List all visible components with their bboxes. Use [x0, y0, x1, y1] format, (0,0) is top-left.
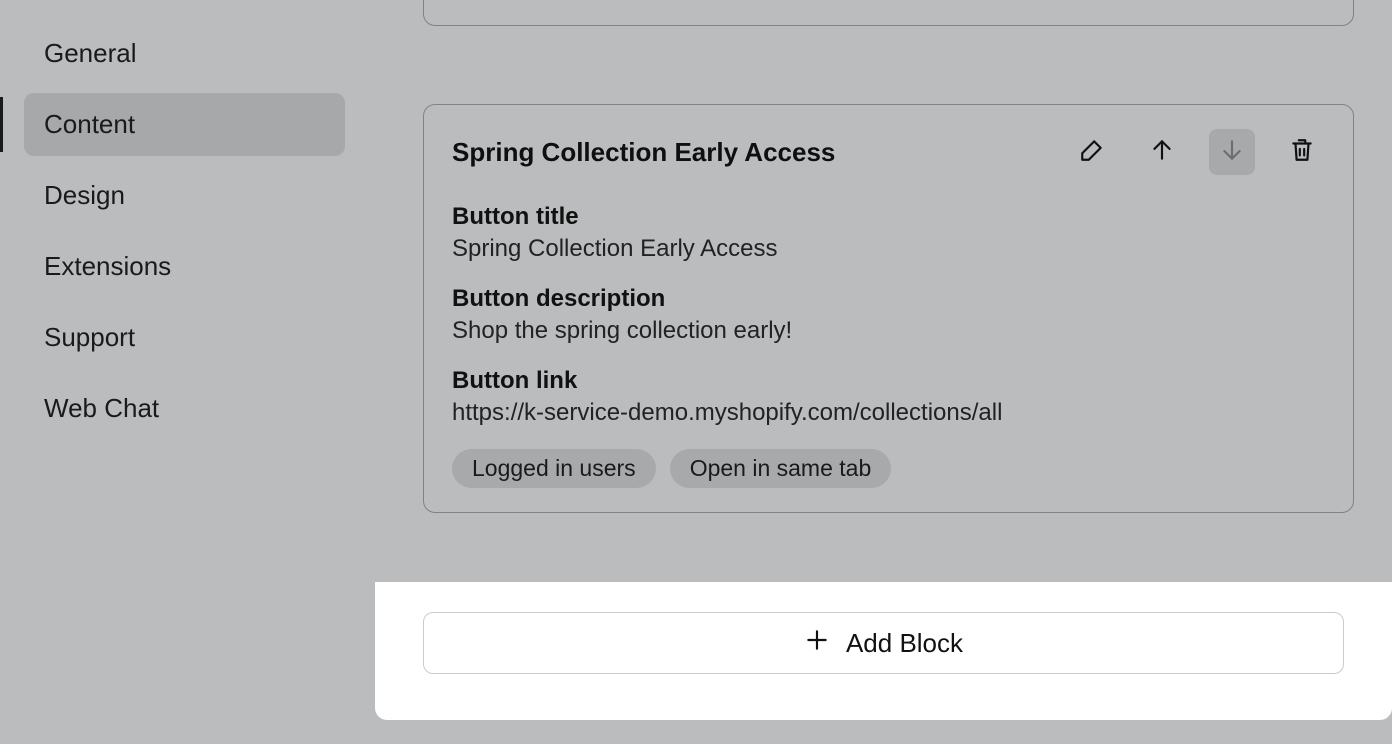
- pencil-icon: [1079, 137, 1105, 168]
- block-title: Spring Collection Early Access: [452, 137, 835, 168]
- move-up-button[interactable]: [1139, 129, 1185, 175]
- previous-block-card: [423, 0, 1354, 26]
- sidebar-item-design[interactable]: Design: [24, 164, 345, 227]
- trash-icon: [1289, 137, 1315, 168]
- field-button-title: Button title Spring Collection Early Acc…: [452, 203, 1325, 263]
- field-value: Shop the spring collection early!: [452, 317, 1325, 345]
- field-value: https://k-service-demo.myshopify.com/col…: [452, 399, 1325, 427]
- block-header: Spring Collection Early Access: [452, 129, 1325, 175]
- plus-icon: [804, 627, 830, 660]
- delete-button[interactable]: [1279, 129, 1325, 175]
- tag-open-same-tab: Open in same tab: [670, 449, 892, 488]
- block-card: Spring Collection Early Access: [423, 104, 1354, 513]
- field-button-description: Button description Shop the spring colle…: [452, 285, 1325, 345]
- tag-logged-in-users: Logged in users: [452, 449, 656, 488]
- field-button-link: Button link https://k-service-demo.mysho…: [452, 367, 1325, 427]
- field-label: Button link: [452, 367, 1325, 395]
- move-down-button[interactable]: [1209, 129, 1255, 175]
- sidebar-item-extensions[interactable]: Extensions: [24, 235, 345, 298]
- add-block-button[interactable]: Add Block: [423, 612, 1344, 674]
- sidebar: General Content Design Extensions Suppor…: [0, 0, 375, 744]
- field-value: Spring Collection Early Access: [452, 235, 1325, 263]
- arrow-down-icon: [1219, 137, 1245, 168]
- edit-button[interactable]: [1069, 129, 1115, 175]
- footer-panel: Add Block: [375, 582, 1392, 720]
- sidebar-item-content[interactable]: Content: [24, 93, 345, 156]
- add-block-label: Add Block: [846, 628, 963, 659]
- main-content: Spring Collection Early Access: [375, 0, 1392, 744]
- tag-list: Logged in users Open in same tab: [452, 449, 1325, 488]
- field-label: Button description: [452, 285, 1325, 313]
- sidebar-item-general[interactable]: General: [24, 22, 345, 85]
- field-label: Button title: [452, 203, 1325, 231]
- arrow-up-icon: [1149, 137, 1175, 168]
- sidebar-item-webchat[interactable]: Web Chat: [24, 377, 345, 440]
- app-root: General Content Design Extensions Suppor…: [0, 0, 1392, 744]
- sidebar-item-support[interactable]: Support: [24, 306, 345, 369]
- block-actions: [1069, 129, 1325, 175]
